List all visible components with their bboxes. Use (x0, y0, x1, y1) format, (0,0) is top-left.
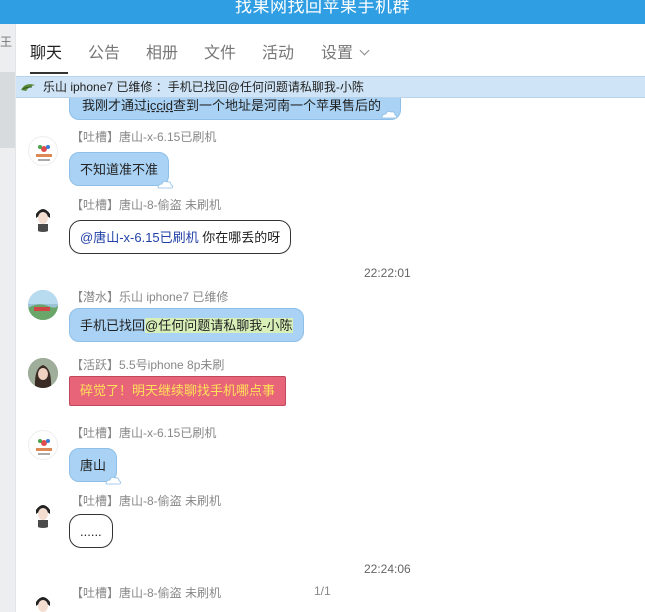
message-bubble[interactable]: ...... (69, 514, 113, 548)
tab-bar: 聊天 公告 相册 文件 活动 设置 (16, 24, 645, 74)
title-bar: 找果网找回苹果手机群 (0, 0, 645, 24)
landscape-photo-avatar[interactable] (28, 290, 58, 320)
sender-name[interactable]: 【吐槽】唐山-8-偷盗 未刷机 (71, 492, 221, 509)
sender-name[interactable]: 【潜水】乐山 iphone7 已维修 (71, 288, 228, 305)
window-title: 找果网找回苹果手机群 (235, 0, 410, 16)
anime-avatar-icon (36, 597, 50, 612)
brand-logo-icon (36, 439, 52, 455)
cloud-decoration-icon (381, 110, 398, 119)
sender-name[interactable]: 【吐槽】唐山-8-偷盗 未刷机 (71, 584, 221, 601)
partial-text-before: 我刚才通过 (82, 98, 148, 113)
left-panel-scroll-thumb[interactable] (0, 72, 15, 148)
girl-photo-icon (28, 358, 58, 388)
pinned-message-bar[interactable]: 乐山 iphone7 已维修 ：手机已找回@任何问题请私聊我-小陈 (16, 76, 645, 98)
landscape-photo-icon (28, 290, 58, 320)
message-text: 碎觉了！明天继续聊找手机哪点事 (80, 383, 276, 398)
anime-avatar-icon (36, 209, 50, 232)
left-panel-glyph: 王 (0, 35, 13, 49)
mention-link[interactable]: @任何问题请私聊我-小陈 (145, 318, 293, 333)
message-text: 不知道准不准 (80, 162, 159, 177)
message-bubble[interactable]: 手机已找回@任何问题请私聊我-小陈 (69, 308, 304, 342)
anime-avatar[interactable] (28, 202, 58, 232)
cloud-decoration-icon (105, 476, 122, 485)
message-bubble[interactable]: @唐山-x-6.15已刷机 你在哪丢的呀 (69, 220, 292, 254)
message-bubble[interactable]: 碎觉了！明天继续聊找手机哪点事 (69, 376, 287, 406)
chat-panel: 聊天 公告 相册 文件 活动 设置 乐山 iphone7 已维修 ：手机已找回@… (15, 24, 645, 612)
message-bubble-partial[interactable]: 我刚才通过iccid查到一个地址是河南一个苹果售后的 (69, 96, 401, 120)
brand-logo-avatar[interactable] (28, 136, 58, 166)
iccid-link[interactable]: iccid (147, 98, 173, 113)
page-indicator: 1/1 (314, 584, 331, 598)
tab-files[interactable]: 文件 (204, 44, 236, 64)
timestamp: 22:24:06 (364, 562, 411, 576)
tab-activity[interactable]: 活动 (262, 44, 294, 64)
tab-announcement[interactable]: 公告 (88, 44, 120, 64)
brand-logo-avatar[interactable] (28, 430, 58, 460)
girl-photo-avatar[interactable] (28, 358, 58, 388)
anime-avatar[interactable] (28, 590, 58, 612)
mention-link[interactable]: @唐山-x-6.15已刷机 (80, 230, 199, 245)
pinned-message-text: 乐山 iphone7 已维修 ：手机已找回@任何问题请私聊我-小陈 (43, 80, 364, 94)
message-text: 你在哪丢的呀 (198, 230, 281, 245)
active-tab-indicator (30, 72, 68, 74)
bird-icon (21, 84, 35, 91)
sender-name[interactable]: 【吐槽】唐山-x-6.15已刷机 (71, 128, 216, 145)
message-text: 手机已找回 (80, 318, 146, 333)
anime-avatar[interactable] (28, 498, 58, 528)
chevron-down-icon (359, 45, 370, 56)
sender-name[interactable]: 【吐槽】唐山-x-6.15已刷机 (71, 424, 216, 441)
anime-avatar-icon (36, 505, 50, 528)
message-bubble[interactable]: 不知道准不准 (69, 152, 174, 189)
message-bubble[interactable]: 唐山 (69, 448, 122, 485)
message-text: 唐山 (80, 458, 107, 473)
timestamp: 22:22:01 (364, 266, 411, 280)
partial-text-after: 查到一个地址是河南一个苹果售后的 (173, 98, 382, 113)
brand-logo-icon (36, 145, 52, 161)
message-text: ...... (80, 524, 102, 539)
tab-album[interactable]: 相册 (146, 44, 178, 64)
tab-settings[interactable]: 设置 (321, 44, 370, 64)
left-panel-edge: 王 (0, 24, 15, 612)
sender-name[interactable]: 【活跃】5.5号iphone 8p未刷 (71, 356, 224, 373)
sender-name[interactable]: 【吐槽】唐山-8-偷盗 未刷机 (71, 196, 221, 213)
tab-chat[interactable]: 聊天 (30, 44, 62, 64)
cloud-decoration-icon (157, 180, 174, 189)
tab-settings-label: 设置 (321, 45, 354, 62)
